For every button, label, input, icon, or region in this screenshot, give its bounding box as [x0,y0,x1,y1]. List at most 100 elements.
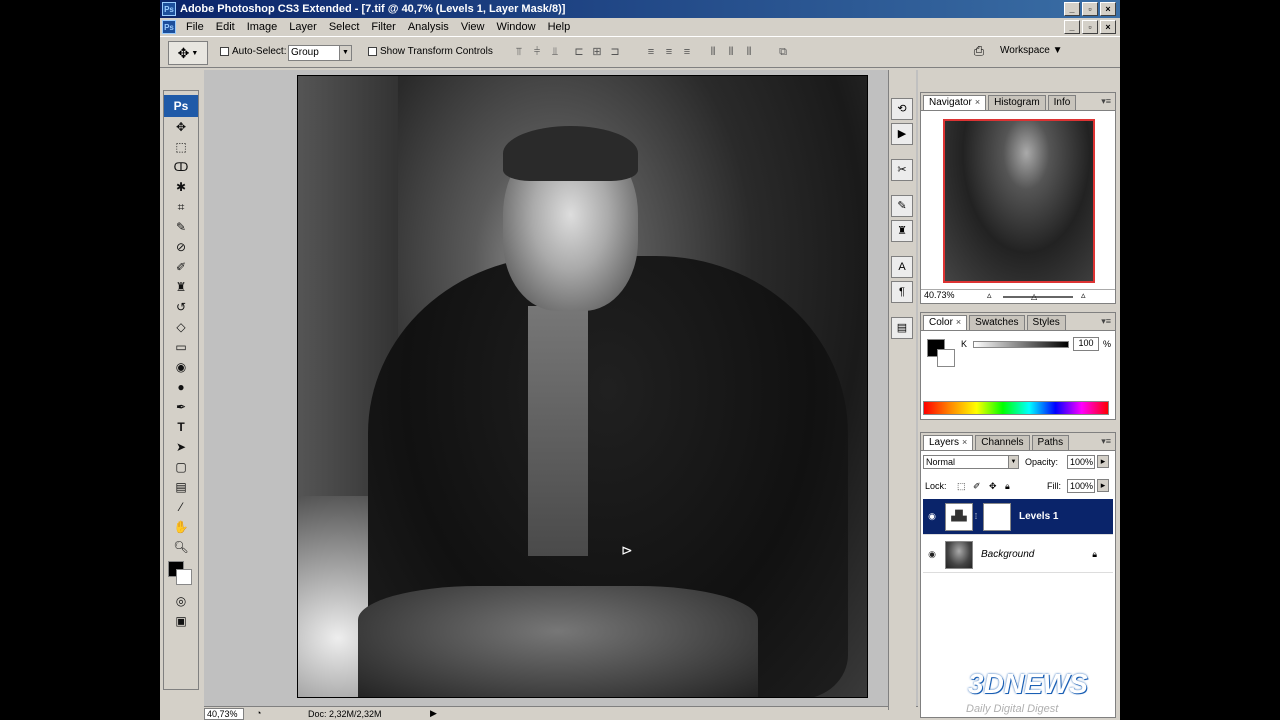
actions-panel-icon[interactable]: ▶ [891,123,913,145]
slice-tool-icon[interactable]: ✎ [164,217,198,237]
doc-restore-button[interactable]: ▫ [1082,20,1098,34]
status-arrow-icon[interactable]: ▶ [430,708,437,719]
lock-transparency-icon[interactable]: ⬚ [957,481,966,492]
close-icon[interactable]: × [962,437,967,447]
zoom-slider[interactable] [1003,296,1073,298]
notes-tool-icon[interactable]: ▤ [164,477,198,497]
menu-help[interactable]: Help [542,21,577,33]
blur-tool-icon[interactable]: ◉ [164,357,198,377]
auto-select-checkbox[interactable]: Auto-Select: [220,46,286,57]
layer-name[interactable]: Levels 1 [1019,511,1058,522]
panel-menu-icon[interactable]: ▾≡ [1101,96,1111,107]
path-select-tool-icon[interactable]: ➤ [164,437,198,457]
close-button[interactable]: × [1100,2,1116,16]
minimize-button[interactable]: _ [1064,2,1080,16]
healing-tool-icon[interactable]: ⊘ [164,237,198,257]
close-icon[interactable]: × [975,97,980,107]
move-tool-icon[interactable]: ✥ [164,117,198,137]
zoom-level-field[interactable]: 40,73% [204,708,244,720]
zoom-in-icon[interactable]: ▵ [1081,290,1086,301]
shape-tool-icon[interactable]: ▢ [164,457,198,477]
menu-window[interactable]: Window [490,21,541,33]
auto-align-icon[interactable]: ⧉ [776,45,790,59]
distribute-hcenter-icon[interactable]: ⦀ [724,45,738,59]
tab-histogram[interactable]: Histogram [988,95,1046,110]
dodge-tool-icon[interactable]: ● [164,377,198,397]
screen-mode-icon[interactable]: ▣ [164,611,198,631]
clone-source-icon[interactable]: ♜ [891,220,913,242]
status-menu-icon[interactable]: ◔ [256,708,261,718]
eye-icon[interactable]: ◉ [923,511,941,522]
distribute-bottom-icon[interactable]: ≡ [680,45,694,59]
maximize-button[interactable]: ▫ [1082,2,1098,16]
brush-tool-icon[interactable]: ✐ [164,257,198,277]
opacity-arrow-icon[interactable]: ▸ [1097,455,1109,468]
distribute-top-icon[interactable]: ≡ [644,45,658,59]
color-spectrum[interactable] [923,401,1109,415]
levels-adjustment-icon[interactable]: ▟▙ [945,502,973,531]
blend-mode-dropdown[interactable]: Normal ▼ [923,455,1019,469]
crop-tool-icon[interactable]: ⌗ [164,197,198,217]
gradient-tool-icon[interactable]: ▭ [164,337,198,357]
k-slider[interactable] [973,341,1069,348]
opacity-field[interactable]: 100% [1067,455,1095,469]
zoom-out-icon[interactable]: ▵ [987,290,992,301]
lock-pixels-icon[interactable]: ✐ [973,481,981,492]
menu-layer[interactable]: Layer [283,21,323,33]
navigator-thumbnail[interactable] [943,119,1095,283]
tab-layers[interactable]: Layers × [923,435,974,450]
menu-filter[interactable]: Filter [365,21,401,33]
magic-wand-tool-icon[interactable]: ✱ [164,177,198,197]
eye-icon[interactable]: ◉ [923,549,941,560]
eyedropper-tool-icon[interactable]: ⁄ [164,497,198,517]
tab-channels[interactable]: Channels [975,435,1030,450]
tab-info[interactable]: Info [1047,95,1077,110]
menu-view[interactable]: View [455,21,491,33]
align-right-icon[interactable]: ⊐ [608,45,622,59]
doc-minimize-button[interactable]: _ [1064,20,1080,34]
brushes-panel-icon[interactable]: ✎ [891,195,913,217]
zoom-tool-icon[interactable]: 🔍︎ [164,537,198,557]
menu-analysis[interactable]: Analysis [402,21,455,33]
tab-navigator[interactable]: Navigator × [923,95,987,110]
panel-menu-icon[interactable]: ▾≡ [1101,316,1111,327]
quick-mask-icon[interactable]: ◎ [164,591,198,611]
align-top-icon[interactable]: ⫪ [512,45,526,59]
tool-preset-picker[interactable]: ✥ ▼ [168,41,208,65]
zoom-slider-thumb[interactable]: △ [1031,292,1037,301]
color-background-swatch[interactable] [937,349,955,367]
distribute-vcenter-icon[interactable]: ≡ [662,45,676,59]
k-value-field[interactable]: 100 [1073,337,1099,351]
align-hcenter-icon[interactable]: ⊞ [590,45,604,59]
lasso-tool-icon[interactable]: ↀ [164,157,198,177]
distribute-right-icon[interactable]: ⦀ [742,45,756,59]
tab-styles[interactable]: Styles [1026,315,1066,330]
eraser-tool-icon[interactable]: ◇ [164,317,198,337]
history-panel-icon[interactable]: ⟲ [891,98,913,120]
document-image[interactable] [297,75,868,698]
align-vcenter-icon[interactable]: ⫩ [530,45,544,59]
background-thumbnail[interactable] [945,540,973,569]
tab-color[interactable]: Color × [923,315,968,330]
menu-image[interactable]: Image [241,21,284,33]
color-picker-swatches[interactable] [164,557,198,591]
pen-tool-icon[interactable]: ✒ [164,397,198,417]
paragraph-panel-icon[interactable]: ¶ [891,281,913,303]
align-bottom-icon[interactable]: ⫫ [548,45,562,59]
menu-edit[interactable]: Edit [210,21,241,33]
marquee-tool-icon[interactable]: ⬚ [164,137,198,157]
background-color[interactable] [176,569,192,585]
close-icon[interactable]: × [956,317,961,327]
panel-menu-icon[interactable]: ▾≡ [1101,436,1111,447]
lock-position-icon[interactable]: ✥ [989,481,997,492]
tab-swatches[interactable]: Swatches [969,315,1025,330]
navigator-zoom[interactable]: 40.73% [924,290,955,300]
fill-field[interactable]: 100% [1067,479,1095,493]
fill-arrow-icon[interactable]: ▸ [1097,479,1109,492]
auto-select-dropdown[interactable]: Group ▼ [288,45,352,61]
menu-select[interactable]: Select [323,21,366,33]
history-brush-tool-icon[interactable]: ↺ [164,297,198,317]
show-transform-checkbox[interactable]: Show Transform Controls [368,46,493,57]
file-browser-icon[interactable]: ⎙ [968,43,990,61]
clone-stamp-tool-icon[interactable]: ♜ [164,277,198,297]
